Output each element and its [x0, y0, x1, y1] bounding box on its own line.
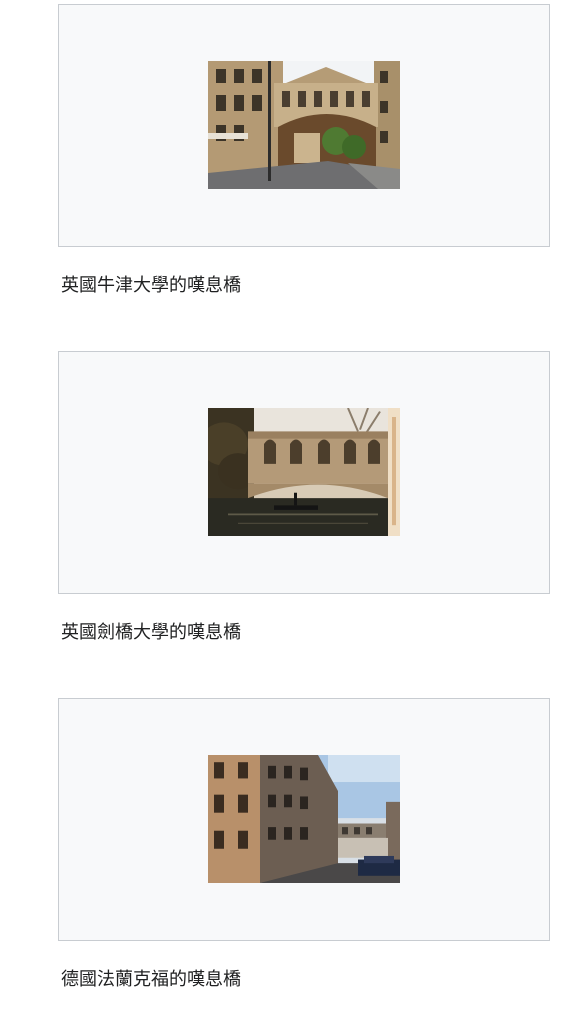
gallery-item-frankfurt: 德國法蘭克福的嘆息橋 [58, 698, 550, 990]
oxford-bridge-image [208, 61, 400, 189]
cambridge-bridge-image [208, 408, 400, 536]
thumbnail-frame [58, 351, 550, 594]
image-caption: 英國劍橋大學的嘆息橋 [61, 622, 241, 643]
image-gallery: 英國牛津大學的嘆息橋 英國劍橋大學的嘆息橋 德國法蘭克福的嘆息橋 [0, 0, 576, 1024]
gallery-item-oxford: 英國牛津大學的嘆息橋 [58, 4, 550, 296]
frankfurt-bridge-thumbnail[interactable] [208, 755, 400, 883]
oxford-bridge-thumbnail[interactable] [208, 61, 400, 189]
thumbnail-frame [58, 4, 550, 247]
thumbnail-frame [58, 698, 550, 941]
image-caption: 英國牛津大學的嘆息橋 [61, 275, 241, 296]
gallery-item-cambridge: 英國劍橋大學的嘆息橋 [58, 351, 550, 643]
frankfurt-bridge-image [208, 755, 400, 883]
image-caption: 德國法蘭克福的嘆息橋 [61, 969, 241, 990]
cambridge-bridge-thumbnail[interactable] [208, 408, 400, 536]
